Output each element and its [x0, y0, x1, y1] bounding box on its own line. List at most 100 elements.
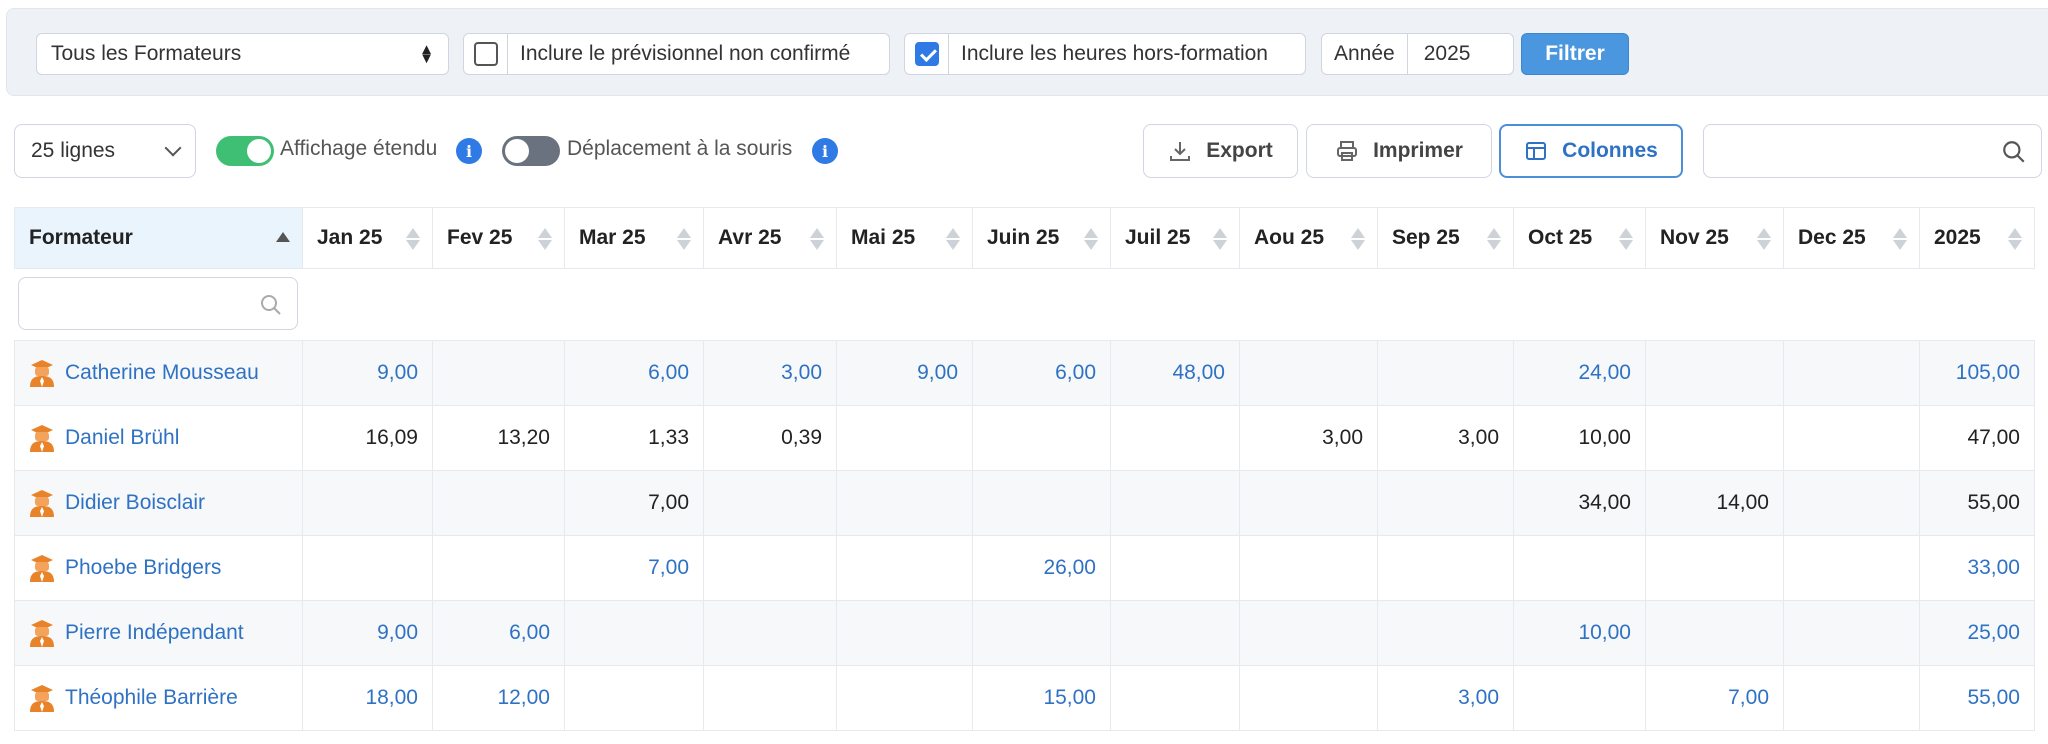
info-icon[interactable]: i — [812, 138, 838, 164]
extended-view-toggle[interactable] — [216, 136, 274, 166]
checkbox-checked[interactable] — [914, 42, 939, 66]
sort-icon[interactable] — [1351, 228, 1365, 250]
sort-icon[interactable] — [1084, 228, 1098, 250]
column-header-month[interactable]: Aou 25 — [1239, 207, 1378, 269]
column-header-label: Juil 25 — [1125, 226, 1191, 249]
sort-icon[interactable] — [1619, 228, 1633, 250]
formateur-cell: Catherine Mousseau — [14, 340, 303, 406]
formateur-select-value: Tous les Formateurs — [51, 42, 242, 65]
print-label: Imprimer — [1373, 139, 1463, 162]
global-search-input[interactable] — [1703, 124, 2042, 178]
annee-value[interactable]: 2025 — [1408, 42, 1487, 66]
hours-cell[interactable]: 12,00 — [432, 665, 565, 731]
hours-cell — [836, 600, 973, 666]
hours-cell: 16,09 — [302, 405, 433, 471]
hours-cell[interactable]: 3,00 — [703, 340, 837, 406]
column-header-label: Nov 25 — [1660, 226, 1729, 249]
formateur-name-link[interactable]: Didier Boisclair — [65, 491, 205, 515]
column-header-month[interactable]: Juin 25 — [972, 207, 1111, 269]
include-previsionnel-checkbox[interactable]: Inclure le prévisionnel non confirmé — [463, 33, 890, 75]
include-hors-formation-checkbox[interactable]: Inclure les heures hors-formation — [904, 33, 1306, 75]
sort-icon[interactable] — [810, 228, 824, 250]
sort-icon[interactable] — [677, 228, 691, 250]
formateur-name-link[interactable]: Daniel Brühl — [65, 426, 179, 450]
formateur-name-link[interactable]: Phoebe Bridgers — [65, 556, 221, 580]
formateur-select[interactable]: Tous les Formateurs ▲ ▼ — [36, 33, 449, 75]
sort-icon[interactable] — [1487, 228, 1501, 250]
sort-icon[interactable] — [538, 228, 552, 250]
column-header-month[interactable]: Jan 25 — [302, 207, 433, 269]
hours-cell — [1513, 535, 1646, 601]
hours-cell[interactable]: 9,00 — [302, 340, 433, 406]
annee-field[interactable]: Année 2025 — [1321, 33, 1514, 75]
sort-icon[interactable] — [1757, 228, 1771, 250]
sort-icon[interactable] — [1893, 228, 1907, 250]
hours-cell[interactable]: 9,00 — [836, 340, 973, 406]
hours-cell — [302, 535, 433, 601]
hours-cell[interactable]: 33,00 — [1919, 535, 2035, 601]
column-header-month[interactable]: Avr 25 — [703, 207, 837, 269]
hours-cell — [1783, 535, 1920, 601]
hours-cell[interactable]: 7,00 — [1645, 665, 1784, 731]
column-header-month[interactable]: Dec 25 — [1783, 207, 1920, 269]
download-icon — [1170, 142, 1191, 161]
table-row: Catherine Mousseau 9,00 6,00 3,00 9,00 6,00 48… — [14, 340, 2035, 406]
print-button[interactable]: Imprimer — [1306, 124, 1492, 178]
column-header-month[interactable]: Oct 25 — [1513, 207, 1646, 269]
sort-icon[interactable] — [276, 232, 290, 242]
column-header-label: Juin 25 — [987, 226, 1060, 249]
column-header-month[interactable]: Nov 25 — [1645, 207, 1784, 269]
sort-icon[interactable] — [2008, 228, 2022, 250]
hours-cell[interactable]: 24,00 — [1513, 340, 1646, 406]
checkbox-unchecked[interactable] — [473, 42, 498, 66]
filter-button[interactable]: Filtrer — [1521, 33, 1629, 75]
hours-cell[interactable]: 18,00 — [302, 665, 433, 731]
column-header-month[interactable]: Sep 25 — [1377, 207, 1514, 269]
hours-cell[interactable]: 6,00 — [564, 340, 704, 406]
hours-cell[interactable]: 48,00 — [1110, 340, 1240, 406]
info-icon[interactable]: i — [456, 138, 482, 164]
hours-cell[interactable]: 26,00 — [972, 535, 1111, 601]
column-header-month[interactable]: Juil 25 — [1110, 207, 1240, 269]
column-header-formateur[interactable]: Formateur — [14, 207, 303, 269]
include-previsionnel-label: Inclure le prévisionnel non confirmé — [520, 42, 851, 65]
page-size-select[interactable]: 25 lignes — [14, 124, 196, 178]
formateur-name-link[interactable]: Catherine Mousseau — [65, 361, 259, 385]
hours-cell — [836, 665, 973, 731]
hours-cell[interactable]: 15,00 — [972, 665, 1111, 731]
hours-cell[interactable]: 7,00 — [564, 535, 704, 601]
sort-icon[interactable] — [1213, 228, 1227, 250]
hours-cell — [432, 470, 565, 536]
hours-cell — [836, 405, 973, 471]
hours-cell — [1645, 600, 1784, 666]
hours-cell[interactable]: 10,00 — [1513, 600, 1646, 666]
table-row: Daniel Brühl 16,09 13,20 1,33 0,39 3,00 3,00 10… — [14, 405, 2035, 471]
hours-cell[interactable]: 25,00 — [1919, 600, 2035, 666]
column-header-month[interactable]: 2025 — [1919, 207, 2035, 269]
hours-cell: 3,00 — [1239, 405, 1378, 471]
sort-icon[interactable] — [946, 228, 960, 250]
hours-cell — [836, 535, 973, 601]
trainer-icon — [30, 555, 54, 582]
hours-cell[interactable]: 9,00 — [302, 600, 433, 666]
sort-icon[interactable] — [406, 228, 420, 250]
table-row: Théophile Barrière 18,00 12,00 15,00 3,00 7,0… — [14, 665, 2035, 731]
hours-cell[interactable]: 105,00 — [1919, 340, 2035, 406]
columns-button[interactable]: Colonnes — [1499, 124, 1683, 178]
hours-cell[interactable]: 3,00 — [1377, 665, 1514, 731]
export-button[interactable]: Export — [1143, 124, 1298, 178]
column-header-label: Oct 25 — [1528, 226, 1593, 249]
column-header-month[interactable]: Fev 25 — [432, 207, 565, 269]
column-header-month[interactable]: Mar 25 — [564, 207, 704, 269]
column-header-label: Formateur — [29, 226, 133, 249]
hours-cell[interactable]: 6,00 — [972, 340, 1111, 406]
hours-cell[interactable]: 6,00 — [432, 600, 565, 666]
formateur-name-link[interactable]: Théophile Barrière — [65, 686, 238, 710]
column-header-month[interactable]: Mai 25 — [836, 207, 973, 269]
printer-icon — [1337, 141, 1358, 161]
formateur-filter-input[interactable] — [18, 277, 298, 330]
hours-cell: 55,00 — [1919, 470, 2035, 536]
mouse-move-toggle[interactable] — [502, 136, 560, 166]
formateur-name-link[interactable]: Pierre Indépendant — [65, 621, 244, 645]
hours-cell[interactable]: 55,00 — [1919, 665, 2035, 731]
